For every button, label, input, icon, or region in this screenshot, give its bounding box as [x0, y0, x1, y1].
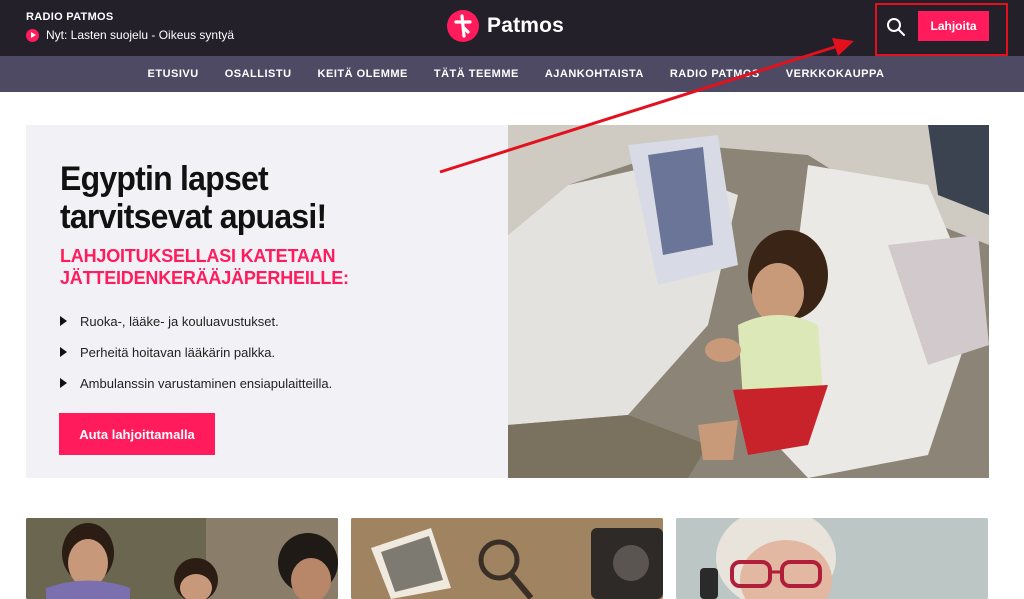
triangle-bullet-icon	[60, 316, 67, 326]
radio-player[interactable]: RADIO PATMOS Nyt: Lasten suojelu - Oikeu…	[26, 10, 234, 42]
nav-item-tata-teemme[interactable]: TÄTÄ TEEMME	[434, 68, 519, 80]
list-item: Perheitä hoitavan lääkärin palkka.	[60, 342, 332, 373]
patmos-cross-logo-icon	[447, 10, 479, 42]
triangle-bullet-icon	[60, 378, 67, 388]
nav-item-radio-patmos[interactable]: RADIO PATMOS	[670, 68, 760, 80]
main-nav: ETUSIVU OSALLISTU KEITÄ OLEMME TÄTÄ TEEM…	[0, 56, 1024, 92]
bullet-text: Ruoka-, lääke- ja kouluavustukset.	[80, 314, 279, 329]
nav-item-keita-olemme[interactable]: KEITÄ OLEMME	[318, 68, 408, 80]
play-icon[interactable]	[26, 28, 39, 42]
hero-bullet-list: Ruoka-, lääke- ja kouluavustukset. Perhe…	[60, 311, 332, 404]
radio-title: RADIO PATMOS	[26, 11, 114, 23]
nav-item-etusivu[interactable]: ETUSIVU	[148, 68, 199, 80]
nav-item-ajankohtaista[interactable]: AJANKOHTAISTA	[545, 68, 644, 80]
donate-cta-button[interactable]: Auta lahjoittamalla	[59, 413, 215, 455]
annotation-highlight-box	[875, 3, 1008, 56]
card-woman-photo[interactable]	[676, 518, 988, 599]
card-children-photo[interactable]	[26, 518, 338, 599]
now-playing[interactable]: Nyt: Lasten suojelu - Oikeus syntyä	[26, 28, 234, 42]
bullet-text: Perheitä hoitavan lääkärin palkka.	[80, 345, 276, 360]
hero-image	[508, 125, 989, 478]
logo-text: Patmos	[487, 14, 565, 37]
bullet-text: Ambulanssin varustaminen ensiapulaitteil…	[80, 376, 333, 391]
list-item: Ruoka-, lääke- ja kouluavustukset.	[60, 311, 332, 342]
nav-item-verkkokauppa[interactable]: VERKKOKAUPPA	[786, 68, 885, 80]
now-playing-text: Nyt: Lasten suojelu - Oikeus syntyä	[46, 28, 235, 42]
patmos-logo[interactable]: Patmos	[447, 10, 564, 42]
list-item: Ambulanssin varustaminen ensiapulaitteil…	[60, 373, 332, 404]
hero-title: Egyptin lapset tarvitsevat apuasi!	[60, 160, 327, 236]
top-bar: RADIO PATMOS Nyt: Lasten suojelu - Oikeu…	[0, 0, 1024, 56]
card-map-camera-photo[interactable]	[351, 518, 663, 599]
nav-item-osallistu[interactable]: OSALLISTU	[225, 68, 292, 80]
hero-subtitle: LAHJOITUKSELLASI KATETAAN JÄTTEIDENKERÄÄ…	[60, 246, 349, 288]
triangle-bullet-icon	[60, 347, 67, 357]
